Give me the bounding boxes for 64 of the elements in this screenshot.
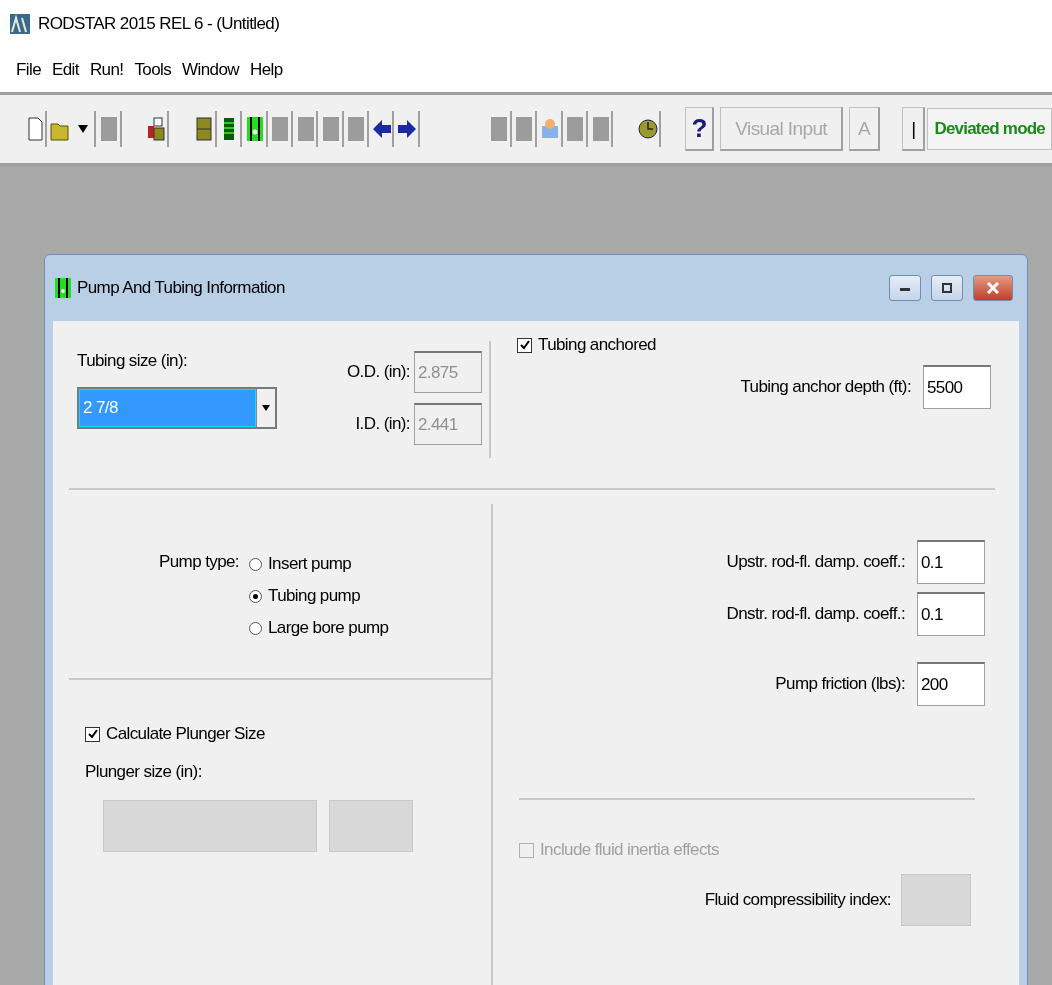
checkbox-label: Tubing anchored [538,335,656,355]
app-icon [10,14,30,34]
input-field[interactable]: 0.1 [917,540,985,584]
radio-button[interactable] [249,621,262,635]
radio-label: Tubing pump [268,586,360,606]
field-label: Plunger size (in): [85,762,203,782]
input-field[interactable]: 200 [917,662,985,706]
field-label: O.D. (in): [347,362,410,382]
field-label: Upstr. rod-fl. damp. coeff.: [726,552,905,572]
minimize-icon [900,285,910,291]
window-title: RODSTAR 2015 REL 6 - (Untitled) [38,14,280,34]
caret-icon[interactable] [78,125,89,133]
close-icon [987,282,999,294]
field-label: Tubing size (in): [77,351,189,371]
field-label: Fluid compressibility index: [704,890,891,910]
field-label: Tubing anchor depth (ft): [740,377,911,397]
input-field[interactable]: 0.1 [917,592,985,636]
blank-tool-icon [514,116,535,142]
menu-item[interactable]: Help [250,60,283,80]
pump-tubing-icon [244,116,265,142]
checkbox[interactable] [85,726,100,742]
check-icon [87,729,98,739]
input-field[interactable] [901,874,971,926]
mode-indicator: Deviated mode [927,108,1052,150]
help-button[interactable]: ? [685,107,715,151]
restore-icon [942,283,952,293]
clock-icon [638,116,659,142]
caret-icon [262,405,270,411]
checkbox-label: Include fluid inertia effects [540,840,719,860]
input-field[interactable]: 5500 [923,365,991,409]
field-label: I.D. (in): [355,414,410,434]
menu-item[interactable]: Window [182,60,239,80]
radio-label: Large bore pump [268,618,389,638]
pump-tubing-icon [55,278,71,298]
blank-tool-icon [590,116,611,142]
input-field[interactable] [103,800,317,852]
pump-unit-icon [146,116,167,142]
input-field[interactable] [329,800,413,852]
bar-button[interactable]: | [902,107,926,151]
radio-button[interactable] [249,589,262,603]
checkbox[interactable] [517,337,532,353]
blank-tool-icon [295,116,316,142]
field-label: Pump type: [159,552,239,573]
blank-tool-icon [346,116,367,142]
radio-label: Insert pump [268,554,352,574]
field-label: Pump friction (lbs): [775,674,905,694]
radio-button[interactable] [249,557,262,571]
field-label: Dnstr. rod-fl. damp. coeff.: [726,604,905,624]
cabinet-icon [194,116,214,142]
blank-tool-icon [565,116,586,142]
menu-item[interactable]: Edit [52,60,79,80]
close-button[interactable] [973,275,1013,301]
checkbox-label: Calculate Plunger Size [106,724,265,744]
restore-button[interactable] [931,275,963,301]
dialog-title: Pump And Tubing Information [77,278,286,298]
menu-item[interactable]: File [16,60,41,80]
blank-tool-icon [98,116,119,142]
menu-item[interactable]: Run! [89,60,124,80]
blank-tool-icon [489,116,510,142]
menu-item[interactable]: Tools [134,60,172,80]
minimize-button[interactable] [889,275,921,301]
check-icon [519,340,530,350]
blank-tool-icon [270,116,291,142]
blank-tool-icon [320,116,341,142]
